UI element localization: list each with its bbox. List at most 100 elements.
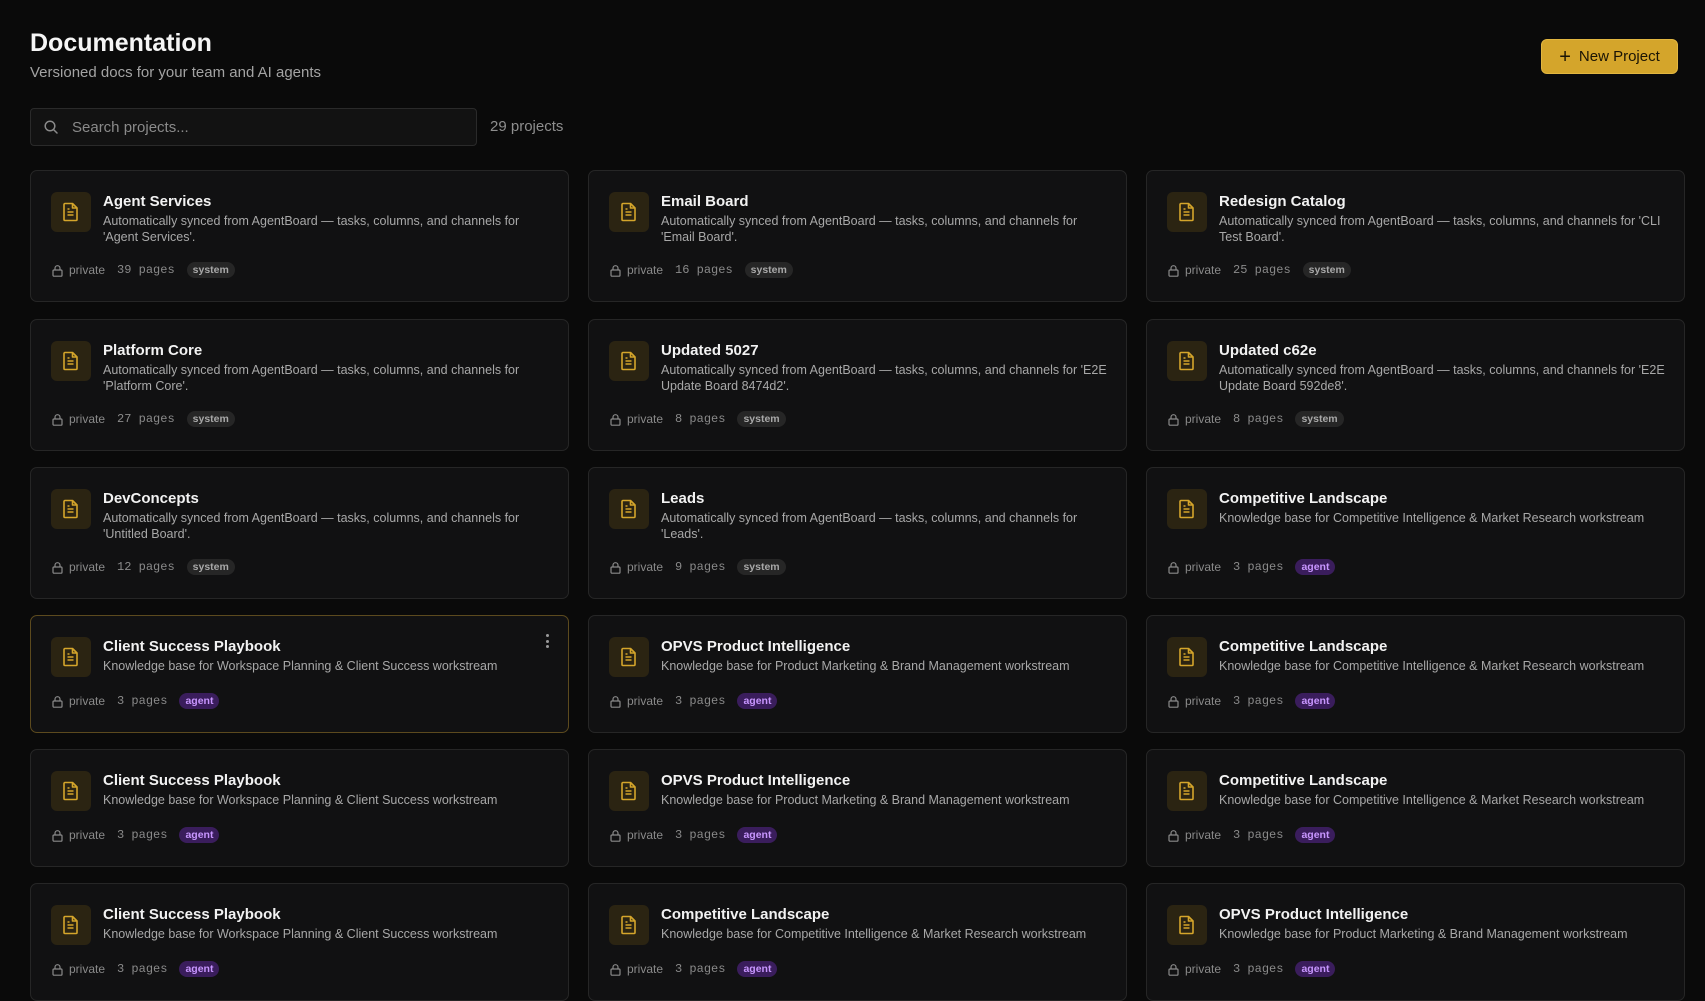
project-tag: system	[737, 411, 786, 427]
project-meta: private 3 pages agent	[51, 961, 220, 977]
project-meta: private 3 pages agent	[1167, 827, 1336, 843]
project-description: Knowledge base for Competitive Intellige…	[1219, 659, 1645, 673]
lock-icon	[609, 561, 622, 574]
project-card[interactable]: Competitive Landscape Knowledge base for …	[588, 883, 1127, 1001]
project-card[interactable]: OPVS Product Intelligence Knowledge base …	[1146, 883, 1685, 1001]
project-title[interactable]: Competitive Landscape	[1219, 490, 1387, 507]
visibility-label: private	[1185, 694, 1222, 708]
document-icon	[609, 771, 649, 811]
project-title[interactable]: Agent Services	[103, 193, 211, 210]
lock-icon	[609, 413, 622, 426]
project-meta: private 3 pages agent	[51, 827, 220, 843]
project-card[interactable]: Updated c62e Automatically synced from Ag…	[1146, 319, 1685, 451]
project-meta: private 25 pages system	[1167, 262, 1351, 278]
project-title[interactable]: Competitive Landscape	[1219, 638, 1387, 655]
project-title[interactable]: DevConcepts	[103, 490, 199, 507]
project-description: Knowledge base for Product Marketing & B…	[1219, 927, 1628, 941]
more-vertical-icon[interactable]	[544, 634, 550, 648]
project-card[interactable]: Platform Core Automatically synced from A…	[30, 319, 569, 451]
project-title[interactable]: Client Success Playbook	[103, 638, 281, 655]
project-title[interactable]: Platform Core	[103, 342, 202, 359]
project-title[interactable]: Leads	[661, 490, 704, 507]
lock-icon	[1167, 695, 1180, 708]
document-icon	[51, 905, 91, 945]
project-title[interactable]: Updated c62e	[1219, 342, 1317, 359]
project-tag: system	[737, 559, 786, 575]
project-card[interactable]: Competitive Landscape Knowledge base for …	[1146, 467, 1685, 599]
new-project-label: New Project	[1578, 48, 1660, 65]
project-description: Automatically synced from AgentBoard — t…	[1219, 363, 1665, 393]
project-title[interactable]: Client Success Playbook	[103, 906, 281, 923]
project-tag: agent	[179, 693, 220, 709]
project-description: Knowledge base for Product Marketing & B…	[661, 793, 1070, 807]
project-card[interactable]: Leads Automatically synced from AgentBoar…	[588, 467, 1127, 599]
new-project-button[interactable]: + New Project	[1541, 39, 1678, 74]
visibility-label: private	[69, 694, 106, 708]
project-description: Automatically synced from AgentBoard — t…	[103, 511, 520, 541]
page-header: Documentation Versioned docs for your te…	[30, 28, 321, 81]
visibility-label: private	[69, 560, 106, 574]
lock-icon	[609, 963, 622, 976]
project-card[interactable]: Client Success Playbook Knowledge base fo…	[30, 615, 569, 733]
project-description: Automatically synced from AgentBoard — t…	[661, 214, 1078, 244]
plus-icon: +	[1559, 45, 1571, 68]
project-title[interactable]: Competitive Landscape	[661, 906, 829, 923]
document-icon	[609, 637, 649, 677]
visibility-label: private	[627, 962, 664, 976]
project-count: 29 projects	[490, 118, 564, 135]
project-description: Automatically synced from AgentBoard — t…	[103, 214, 520, 244]
project-card[interactable]: Email Board Automatically synced from Age…	[588, 170, 1127, 302]
project-description: Knowledge base for Workspace Planning & …	[103, 927, 498, 941]
lock-icon	[609, 829, 622, 842]
visibility-label: private	[627, 560, 664, 574]
project-title[interactable]: OPVS Product Intelligence	[661, 638, 850, 655]
project-tag: agent	[1295, 961, 1336, 977]
page-subtitle: Versioned docs for your team and AI agen…	[30, 64, 322, 81]
project-title[interactable]: Competitive Landscape	[1219, 772, 1387, 789]
search-box[interactable]	[30, 108, 477, 146]
project-description: Automatically synced from AgentBoard — t…	[661, 511, 1078, 541]
lock-icon	[51, 829, 64, 842]
visibility-label: private	[69, 828, 106, 842]
page-count: 12 pages	[117, 560, 175, 574]
page-count: 3 pages	[1233, 828, 1284, 842]
project-title[interactable]: Email Board	[661, 193, 749, 210]
project-title[interactable]: Updated 5027	[661, 342, 759, 359]
project-description: Knowledge base for Competitive Intellige…	[1219, 511, 1645, 525]
project-title[interactable]: Redesign Catalog	[1219, 193, 1346, 210]
project-tag: agent	[179, 961, 220, 977]
document-icon	[609, 905, 649, 945]
project-meta: private 3 pages agent	[51, 693, 220, 709]
project-card[interactable]: Competitive Landscape Knowledge base for …	[1146, 615, 1685, 733]
page-count: 3 pages	[117, 962, 168, 976]
project-card[interactable]: Agent Services Automatically synced from …	[30, 170, 569, 302]
project-card[interactable]: DevConcepts Automatically synced from Age…	[30, 467, 569, 599]
lock-icon	[609, 695, 622, 708]
visibility-label: private	[627, 412, 664, 426]
project-meta: private 9 pages system	[609, 559, 786, 575]
project-card[interactable]: Competitive Landscape Knowledge base for …	[1146, 749, 1685, 867]
project-card[interactable]: Updated 5027 Automatically synced from Ag…	[588, 319, 1127, 451]
project-card[interactable]: OPVS Product Intelligence Knowledge base …	[588, 749, 1127, 867]
project-meta: private 12 pages system	[51, 559, 235, 575]
page-count: 8 pages	[1233, 412, 1284, 426]
project-title[interactable]: OPVS Product Intelligence	[661, 772, 850, 789]
project-description: Automatically synced from AgentBoard — t…	[1219, 214, 1661, 244]
search-input[interactable]	[70, 117, 476, 137]
page-count: 3 pages	[1233, 962, 1284, 976]
visibility-label: private	[69, 962, 106, 976]
project-description: Automatically synced from AgentBoard — t…	[103, 363, 520, 393]
project-meta: private 8 pages system	[1167, 411, 1344, 427]
project-title[interactable]: OPVS Product Intelligence	[1219, 906, 1408, 923]
search-icon	[43, 119, 59, 135]
project-card[interactable]: OPVS Product Intelligence Knowledge base …	[588, 615, 1127, 733]
project-card[interactable]: Client Success Playbook Knowledge base fo…	[30, 749, 569, 867]
project-description: Knowledge base for Competitive Intellige…	[1219, 793, 1645, 807]
lock-icon	[1167, 963, 1180, 976]
project-card[interactable]: Redesign Catalog Automatically synced fro…	[1146, 170, 1685, 302]
project-card[interactable]: Client Success Playbook Knowledge base fo…	[30, 883, 569, 1001]
project-meta: private 3 pages agent	[1167, 559, 1336, 575]
visibility-label: private	[627, 828, 664, 842]
project-title[interactable]: Client Success Playbook	[103, 772, 281, 789]
project-tag: agent	[737, 827, 778, 843]
